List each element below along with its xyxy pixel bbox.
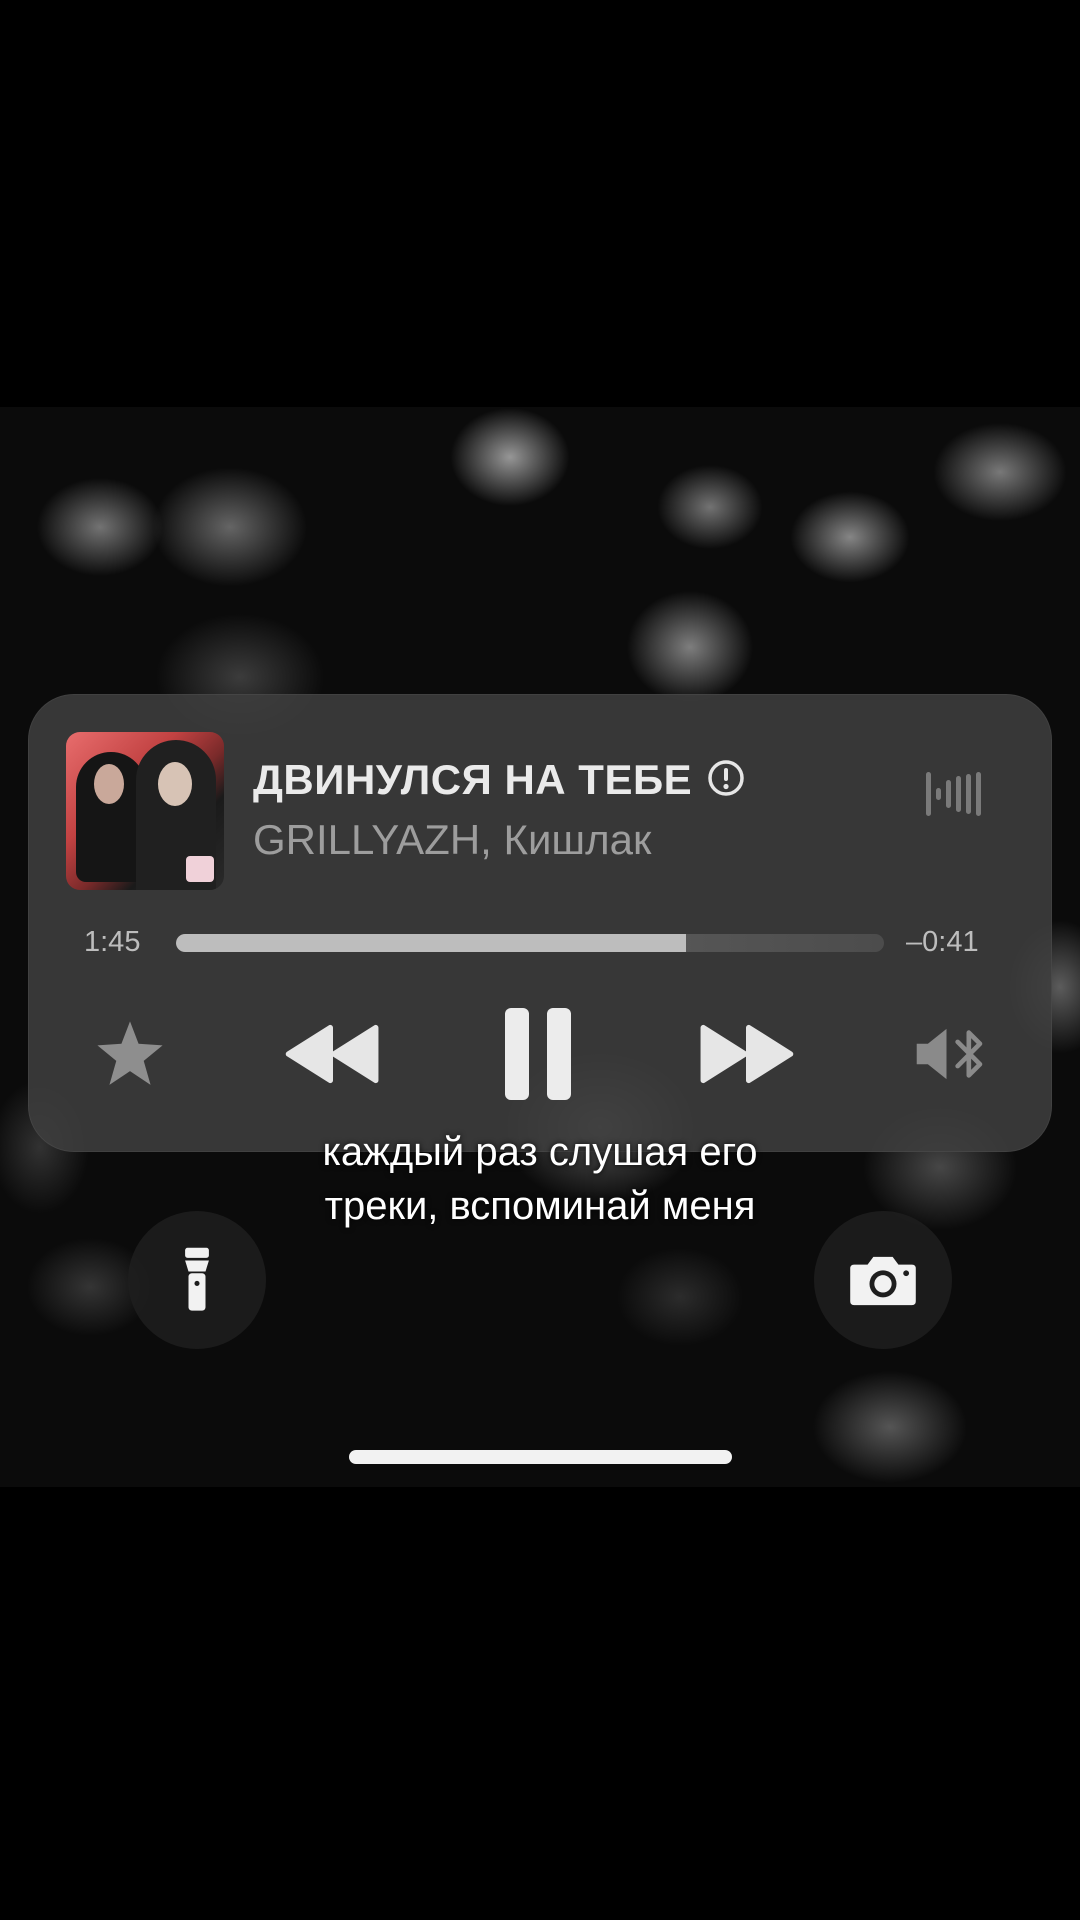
home-indicator[interactable]: [349, 1450, 732, 1464]
elapsed-time: 1:45: [84, 926, 141, 958]
camera-icon: [850, 1256, 916, 1306]
camera-button[interactable]: [814, 1211, 952, 1349]
caption-line-1: каждый раз слушая его: [322, 1130, 758, 1174]
progress-scrubber[interactable]: [176, 934, 884, 952]
explicit-icon: [706, 758, 746, 803]
fast-forward-icon: [700, 1024, 794, 1084]
pause-icon: [505, 1008, 571, 1100]
album-artwork[interactable]: [66, 732, 224, 890]
rewind-icon: [285, 1024, 379, 1084]
fast-forward-button[interactable]: [691, 1012, 801, 1096]
favorite-button[interactable]: [88, 1012, 172, 1096]
flashlight-button[interactable]: [128, 1211, 266, 1349]
speaker-bluetooth-icon: [916, 1028, 983, 1080]
rewind-button[interactable]: [278, 1012, 388, 1096]
audio-output-button[interactable]: [910, 1012, 996, 1096]
progress-fill: [176, 934, 686, 952]
video-caption: каждый раз слушая его треки, вспоминай м…: [0, 1125, 1080, 1233]
remaining-time: –0:41: [906, 926, 979, 958]
audio-waveform-icon[interactable]: [924, 766, 984, 822]
star-icon: [97, 1021, 163, 1085]
now-playing-widget[interactable]: ДВИНУЛСЯ НА ТЕБЕ GRILLYAZH, Кишлак 1:45 …: [28, 694, 1052, 1152]
pause-button[interactable]: [498, 1004, 578, 1104]
track-title: ДВИНУЛСЯ НА ТЕБЕ: [253, 756, 693, 803]
track-artist: GRILLYAZH, Кишлак: [253, 816, 652, 863]
flashlight-icon: [185, 1247, 209, 1311]
